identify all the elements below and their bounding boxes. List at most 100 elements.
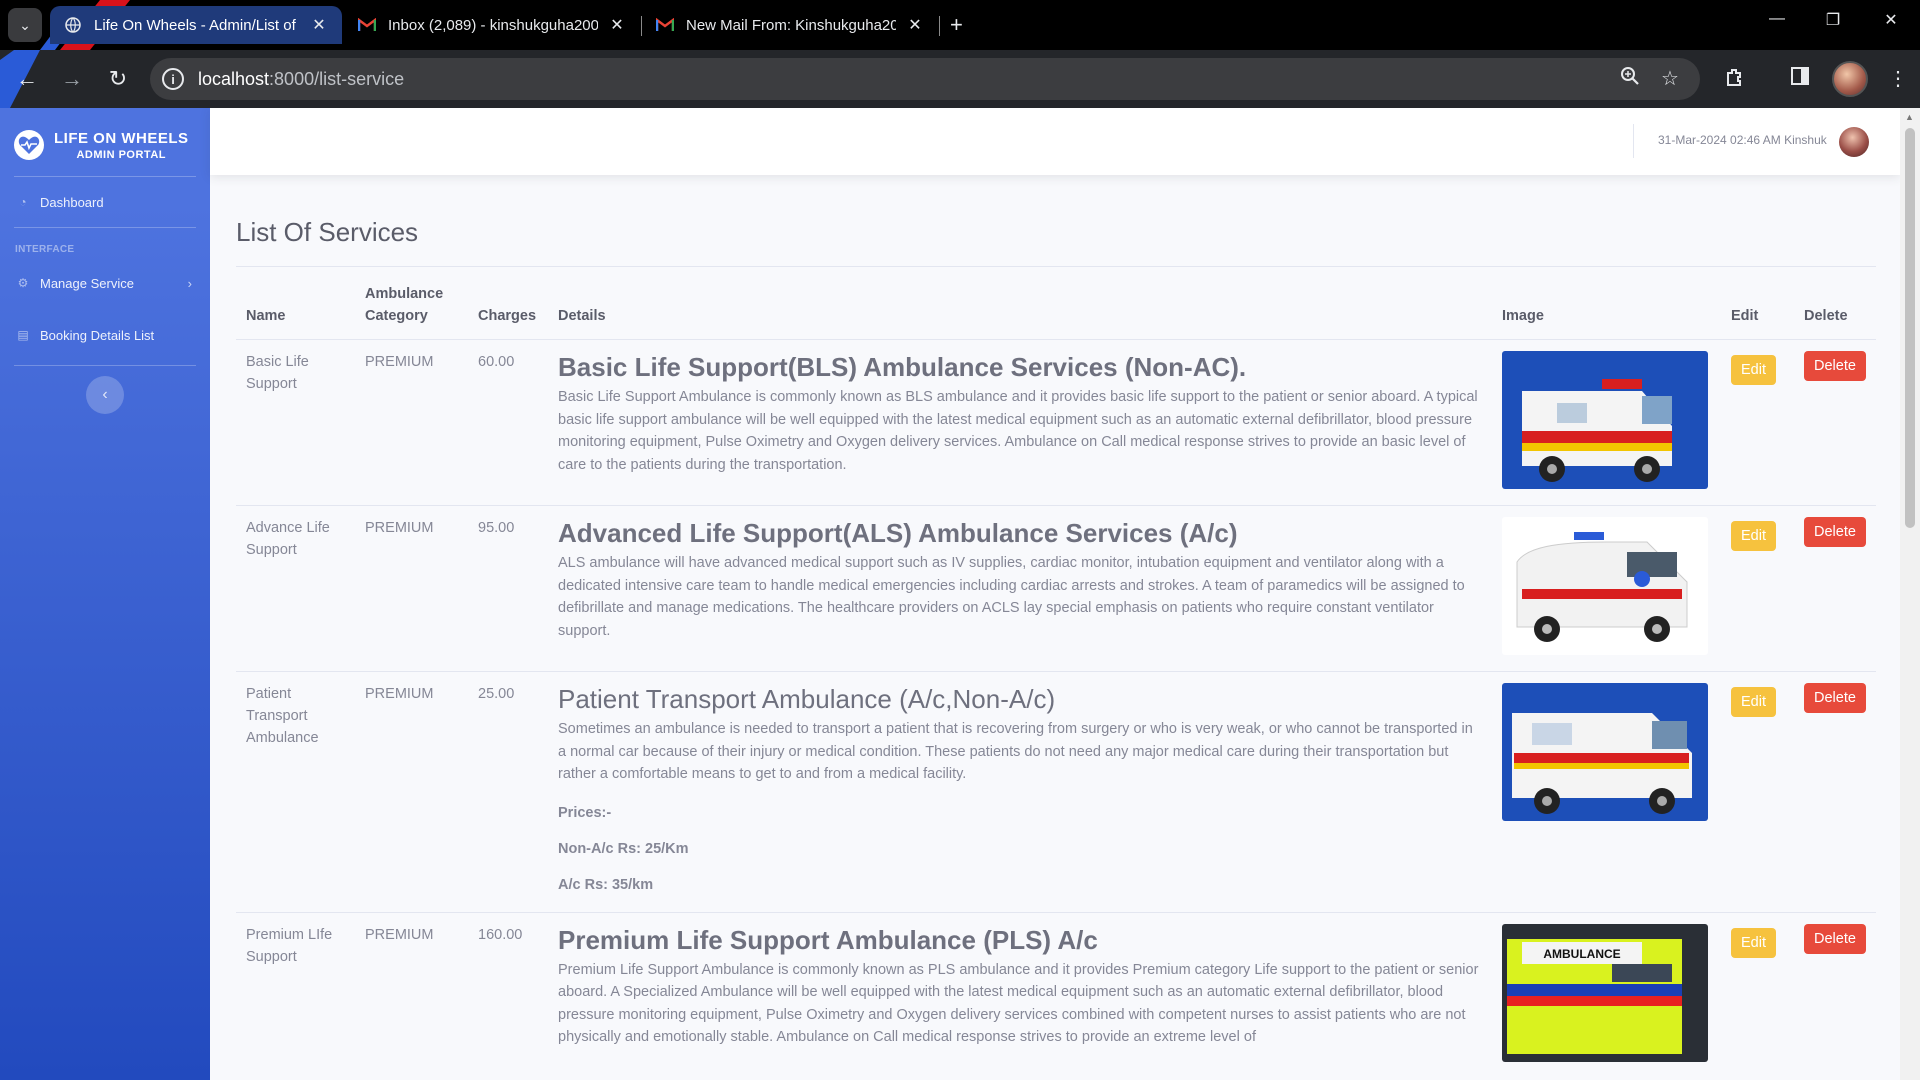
reload-icon[interactable]: ↻ bbox=[103, 66, 133, 92]
tab-gmail-new-mail[interactable]: New Mail From: Kinshukguha20 ✕ bbox=[642, 6, 938, 44]
service-details-text: ALS ambulance will have advanced medical… bbox=[558, 555, 1465, 639]
minimize-button[interactable]: — bbox=[1754, 10, 1800, 28]
service-name: Advance Life Support bbox=[236, 505, 355, 672]
extensions-icon[interactable] bbox=[1724, 66, 1746, 94]
close-tab-icon[interactable]: ✕ bbox=[310, 15, 328, 35]
sidebar-item-label: Dashboard bbox=[40, 194, 104, 210]
scrollbar-thumb[interactable] bbox=[1905, 128, 1915, 528]
tab-search-button[interactable]: ⌄ bbox=[8, 8, 42, 42]
tab-life-on-wheels[interactable]: Life On Wheels - Admin/List of ✕ bbox=[50, 6, 342, 44]
zoom-icon[interactable] bbox=[1620, 66, 1640, 92]
brand-title: LIFE ON WHEELS bbox=[54, 129, 189, 147]
brand-subtitle: ADMIN PORTAL bbox=[76, 148, 166, 161]
url-text[interactable]: localhost:8000/list-service bbox=[198, 69, 404, 90]
browser-toolbar: ← → ↻ i localhost:8000/list-service ☆ ⋮ bbox=[0, 50, 1920, 108]
gmail-icon bbox=[358, 16, 376, 34]
ambulance-premium-image: AMBULANCE bbox=[1502, 923, 1708, 1062]
main-content: List Of Services Name Ambulance Category… bbox=[236, 175, 1876, 1078]
gmail-icon bbox=[656, 16, 674, 34]
service-category: PREMIUM bbox=[355, 671, 468, 912]
topbar-divider bbox=[1633, 124, 1634, 158]
sidebar-toggle-button[interactable]: ‹ bbox=[86, 376, 124, 414]
sidebar-item-booking-details[interactable]: ▤ Booking Details List bbox=[0, 305, 210, 365]
edit-button[interactable]: Edit bbox=[1731, 927, 1776, 958]
browser-menu-icon[interactable]: ⋮ bbox=[1888, 66, 1908, 91]
url-path: :8000/list-service bbox=[269, 68, 405, 89]
gauge-icon: ◔ bbox=[19, 195, 27, 209]
service-charges: 160.00 bbox=[468, 911, 548, 1078]
service-charges: 95.00 bbox=[468, 505, 548, 672]
sidebar-item-label: Manage Service bbox=[40, 275, 134, 291]
ambulance-patient-transport-image bbox=[1502, 683, 1708, 821]
page-title: List Of Services bbox=[236, 217, 419, 247]
user-info[interactable]: 31-Mar-2024 02:46 AM Kinshuk bbox=[1658, 133, 1827, 147]
ambulance-bls-image bbox=[1502, 351, 1708, 489]
restore-button[interactable]: ❐ bbox=[1810, 10, 1856, 30]
sidebar-item-manage-service[interactable]: ⚙ Manage Service › bbox=[0, 261, 210, 305]
tab-title: New Mail From: Kinshukguha20 bbox=[686, 16, 896, 34]
service-details-text: Basic Life Support Ambulance is commonly… bbox=[558, 389, 1478, 473]
profile-avatar[interactable] bbox=[1832, 61, 1868, 97]
edit-button[interactable]: Edit bbox=[1731, 355, 1776, 385]
forward-arrow-icon[interactable]: → bbox=[57, 66, 87, 92]
service-details: Basic Life Support(BLS) Ambulance Servic… bbox=[548, 339, 1492, 506]
prices-label: Prices:- bbox=[558, 804, 612, 821]
title-divider bbox=[236, 266, 1876, 267]
service-image-cell bbox=[1492, 671, 1721, 912]
close-tab-icon[interactable]: ✕ bbox=[608, 15, 626, 35]
tab-gmail-inbox[interactable]: Inbox (2,089) - kinshukguha200 ✕ bbox=[344, 6, 640, 44]
new-tab-button[interactable]: + bbox=[950, 12, 963, 38]
back-arrow-icon[interactable]: ← bbox=[12, 66, 42, 92]
service-details-title: Patient Transport Ambulance (A/c,Non-A/c… bbox=[558, 684, 1056, 714]
delete-button[interactable]: Delete bbox=[1804, 351, 1866, 381]
brand-text: LIFE ON WHEELS ADMIN PORTAL bbox=[54, 130, 189, 161]
delete-button[interactable]: Delete bbox=[1804, 517, 1866, 547]
address-bar[interactable]: i localhost:8000/list-service ☆ bbox=[150, 58, 1700, 100]
table-row: Patient Transport Ambulance PREMIUM 25.0… bbox=[236, 671, 1876, 912]
delete-button[interactable]: Delete bbox=[1804, 683, 1866, 713]
tab-title: Life On Wheels - Admin/List of bbox=[94, 16, 296, 34]
column-header-details: Details bbox=[548, 275, 1492, 340]
chevron-right-icon: › bbox=[187, 275, 192, 291]
tab-title: Inbox (2,089) - kinshukguha200 bbox=[388, 16, 598, 34]
page: LIFE ON WHEELS ADMIN PORTAL ◔ Dashboard … bbox=[0, 108, 1920, 1080]
close-tab-icon[interactable]: ✕ bbox=[906, 15, 924, 35]
service-details: Premium Life Support Ambulance (PLS) A/c… bbox=[548, 911, 1492, 1078]
service-image-cell bbox=[1492, 505, 1721, 672]
edit-button[interactable]: Edit bbox=[1731, 521, 1776, 551]
side-panel-icon[interactable] bbox=[1790, 66, 1810, 92]
table-header-row: Name Ambulance Category Charges Details … bbox=[236, 275, 1876, 340]
sidebar: LIFE ON WHEELS ADMIN PORTAL ◔ Dashboard … bbox=[0, 108, 210, 1080]
page-scrollbar[interactable]: ▲ bbox=[1900, 108, 1920, 1080]
service-category: PREMIUM bbox=[355, 339, 468, 506]
service-name: Patient Transport Ambulance bbox=[236, 671, 355, 912]
service-details: Patient Transport Ambulance (A/c,Non-A/c… bbox=[548, 671, 1492, 912]
delete-cell: Delete bbox=[1794, 505, 1876, 672]
column-header-image: Image bbox=[1492, 275, 1721, 340]
service-charges: 25.00 bbox=[468, 671, 548, 912]
service-name: Basic Life Support bbox=[236, 339, 355, 506]
sidebar-item-dashboard[interactable]: ◔ Dashboard bbox=[0, 177, 210, 227]
delete-cell: Delete bbox=[1794, 911, 1876, 1078]
sidebar-item-label: Booking Details List bbox=[40, 327, 155, 343]
delete-button[interactable]: Delete bbox=[1804, 923, 1866, 954]
service-details-text: Sometimes an ambulance is needed to tran… bbox=[558, 721, 1473, 782]
brand[interactable]: LIFE ON WHEELS ADMIN PORTAL bbox=[0, 108, 210, 168]
close-window-button[interactable]: ✕ bbox=[1868, 10, 1914, 30]
price-ac: A/c Rs: 35/km bbox=[558, 876, 654, 893]
service-details-title: Premium Life Support Ambulance (PLS) A/c bbox=[558, 924, 1098, 955]
scroll-up-arrow-icon[interactable]: ▲ bbox=[1905, 112, 1914, 122]
tab-separator bbox=[939, 16, 940, 36]
edit-cell: Edit bbox=[1721, 339, 1794, 506]
bookmark-star-icon[interactable]: ☆ bbox=[1661, 66, 1679, 91]
services-table: Name Ambulance Category Charges Details … bbox=[236, 275, 1876, 1078]
site-info-icon[interactable]: i bbox=[162, 68, 184, 90]
gear-icon: ⚙ bbox=[17, 276, 29, 290]
column-header-charges: Charges bbox=[468, 275, 548, 340]
column-header-category: Ambulance Category bbox=[355, 275, 468, 340]
edit-button[interactable]: Edit bbox=[1731, 687, 1776, 717]
heartbeat-logo-icon bbox=[14, 130, 44, 160]
price-non-ac: Non-A/c Rs: 25/Km bbox=[558, 840, 689, 857]
sidebar-divider bbox=[14, 365, 196, 366]
user-avatar[interactable] bbox=[1839, 127, 1869, 157]
